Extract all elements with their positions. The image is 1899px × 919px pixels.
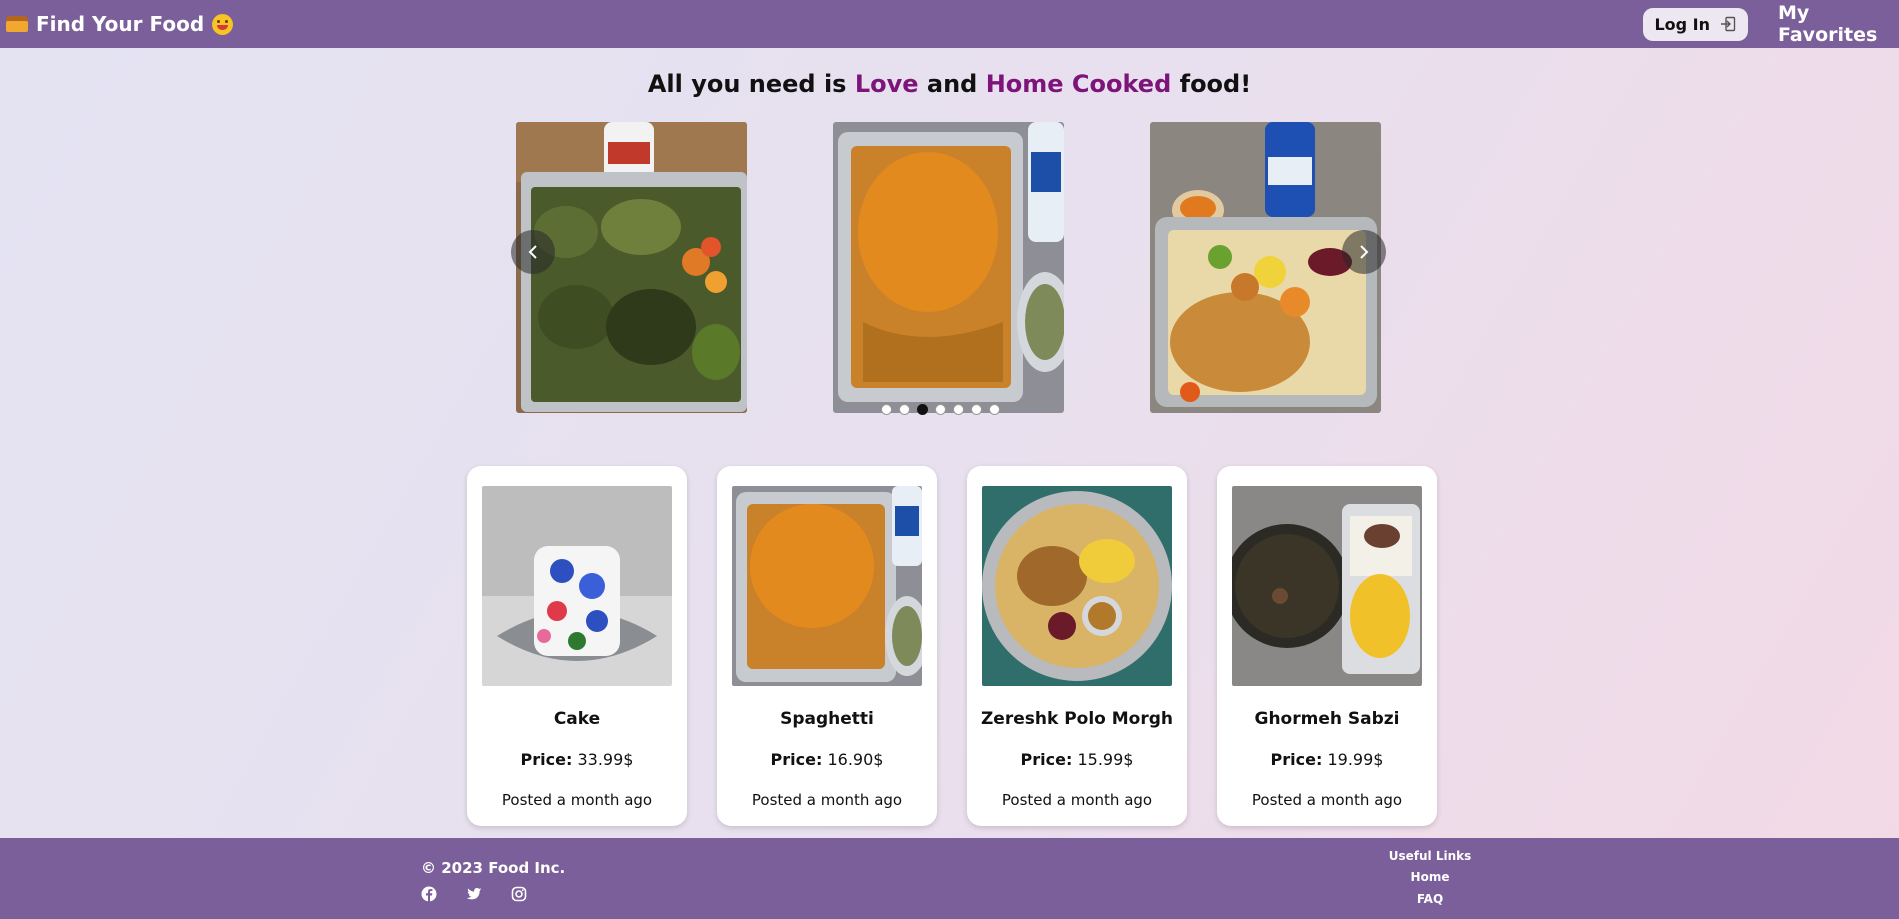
carousel-slide-chicken-rice[interactable]	[1150, 122, 1381, 413]
food-card-posted: Posted a month ago	[501, 791, 653, 809]
hero-prefix: All you need is	[647, 70, 855, 98]
brand-title: Find Your Food	[36, 12, 205, 36]
my-favorites-link[interactable]: My Favorites	[1778, 2, 1899, 46]
carousel-indicators	[881, 404, 1000, 415]
food-card-price: Price: 33.99$	[520, 750, 634, 769]
carousel-indicator-dot[interactable]	[953, 404, 964, 415]
food-card-name: Spaghetti	[780, 709, 874, 729]
food-card-name: Zereshk Polo Morgh	[980, 709, 1174, 729]
food-card[interactable]: Zereshk Polo Morgh Price: 15.99$ Posted …	[967, 466, 1187, 826]
brand[interactable]: Find Your Food	[6, 12, 234, 36]
carousel-indicator-dot[interactable]	[935, 404, 946, 415]
instagram-icon[interactable]	[511, 886, 527, 902]
food-card-grid: Cake Price: 33.99$ Posted a month ago Sp…	[467, 466, 1437, 826]
login-label: Log In	[1654, 14, 1710, 34]
copyright: © 2023 Food Inc.	[421, 859, 566, 877]
food-carousel	[508, 122, 1386, 413]
food-card[interactable]: Spaghetti Price: 16.90$ Posted a month a…	[717, 466, 937, 826]
useful-links: Useful Links Home FAQ	[1380, 849, 1480, 914]
food-card-name: Cake	[553, 709, 601, 729]
carousel-prev-button[interactable]	[511, 230, 555, 274]
food-card-name: Ghormeh Sabzi	[1254, 709, 1400, 729]
footer: © 2023 Food Inc. Useful Links Home FAQ	[0, 838, 1899, 919]
smiling-face-icon	[212, 13, 234, 35]
carousel-indicator-dot[interactable]	[989, 404, 1000, 415]
hero-home-cooked: Home Cooked	[985, 70, 1172, 98]
food-card-posted: Posted a month ago	[751, 791, 903, 809]
chevron-left-icon	[528, 245, 537, 259]
hero-title: All you need is Love and Home Cooked foo…	[0, 70, 1899, 98]
chevron-right-icon	[1360, 245, 1369, 259]
hero-suffix: food!	[1171, 70, 1252, 98]
food-card-image	[1232, 486, 1422, 686]
useful-links-title: Useful Links	[1388, 849, 1472, 863]
carousel-slide-dolma[interactable]	[516, 122, 747, 413]
carousel-indicator-dot[interactable]	[917, 404, 928, 415]
food-card-posted: Posted a month ago	[1001, 791, 1153, 809]
food-card-image	[982, 486, 1172, 686]
login-icon	[1720, 16, 1736, 32]
food-card[interactable]: Cake Price: 33.99$ Posted a month ago	[467, 466, 687, 826]
login-button[interactable]: Log In	[1643, 7, 1748, 41]
food-card-price: Price: 16.90$	[770, 750, 884, 769]
carousel-indicator-dot[interactable]	[899, 404, 910, 415]
food-card-image	[732, 486, 922, 686]
food-card[interactable]: Ghormeh Sabzi Price: 19.99$ Posted a mon…	[1217, 466, 1437, 826]
carousel-indicator-dot[interactable]	[971, 404, 982, 415]
hero-love: Love	[854, 70, 919, 98]
food-card-price: Price: 15.99$	[1020, 750, 1134, 769]
twitter-icon[interactable]	[466, 886, 482, 902]
carousel-slide-spaghetti[interactable]	[833, 122, 1064, 413]
food-card-posted: Posted a month ago	[1251, 791, 1403, 809]
social-links	[421, 886, 527, 902]
bento-box-icon	[6, 16, 28, 32]
hero-and: and	[918, 70, 986, 98]
carousel-next-button[interactable]	[1342, 230, 1386, 274]
food-card-image	[482, 486, 672, 686]
carousel-indicator-dot[interactable]	[881, 404, 892, 415]
footer-link-home[interactable]: Home	[1380, 870, 1480, 884]
navbar: Find Your Food Log In My Favorites	[0, 0, 1899, 48]
facebook-icon[interactable]	[421, 886, 437, 902]
footer-link-faq[interactable]: FAQ	[1380, 892, 1480, 906]
food-card-price: Price: 19.99$	[1270, 750, 1384, 769]
